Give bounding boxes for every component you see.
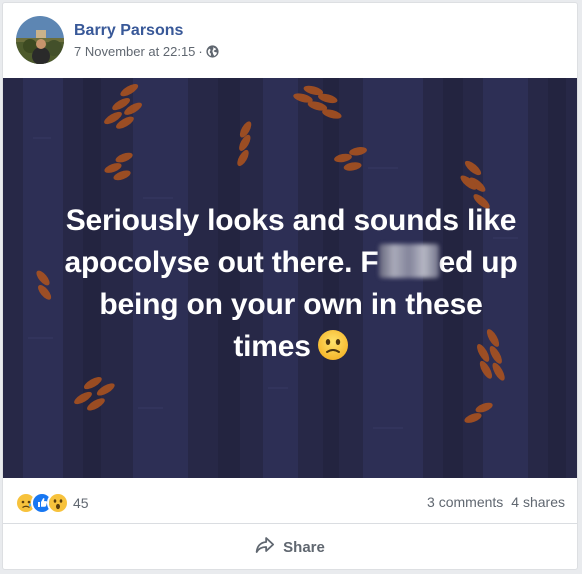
comments-count-link[interactable]: 3 comments xyxy=(427,494,503,510)
post-text-line: being on your own in these xyxy=(99,288,483,321)
meta-separator: · xyxy=(198,44,203,59)
post-meta: 7 November at 22:15 · xyxy=(74,44,219,59)
avatar-photo xyxy=(16,16,64,64)
post-text-line: apocolyse out there. F ed up xyxy=(23,242,559,284)
post-text-fragment: apocolyse out there. F xyxy=(64,246,379,279)
post-image[interactable]: Seriously looks and sounds like apocolys… xyxy=(3,78,577,478)
shares-count-link[interactable]: 4 shares xyxy=(511,494,565,510)
confused-face-emoji xyxy=(317,329,349,361)
share-button[interactable]: Share xyxy=(243,531,337,563)
post-text-fragment: ed up xyxy=(438,246,518,279)
post-card: Barry Parsons 7 November at 22:15 · Seri… xyxy=(2,2,578,570)
share-label: Share xyxy=(283,538,325,556)
engagement-counts: 3 comments 4 shares xyxy=(427,494,565,510)
post-text-line: times xyxy=(23,326,559,368)
post-text: Seriously looks and sounds like apocolys… xyxy=(23,200,559,368)
author-avatar[interactable] xyxy=(16,16,64,64)
post-text-fragment: times xyxy=(233,330,311,363)
share-arrow-icon xyxy=(255,536,275,558)
wow-reaction-icon xyxy=(47,492,69,514)
post-header: Barry Parsons 7 November at 22:15 · xyxy=(3,3,577,77)
reaction-count: 45 xyxy=(73,495,89,511)
globe-icon[interactable] xyxy=(206,45,219,58)
post-text-line: Seriously looks and sounds like xyxy=(65,204,517,237)
author-name[interactable]: Barry Parsons xyxy=(74,22,183,40)
post-actions-bar: Share xyxy=(3,524,577,569)
reactions-summary[interactable]: 45 xyxy=(15,492,89,514)
post-stats-bar: 45 3 comments 4 shares xyxy=(3,478,577,524)
censored-word-blur xyxy=(378,244,439,278)
post-timestamp[interactable]: 7 November at 22:15 xyxy=(74,44,195,59)
